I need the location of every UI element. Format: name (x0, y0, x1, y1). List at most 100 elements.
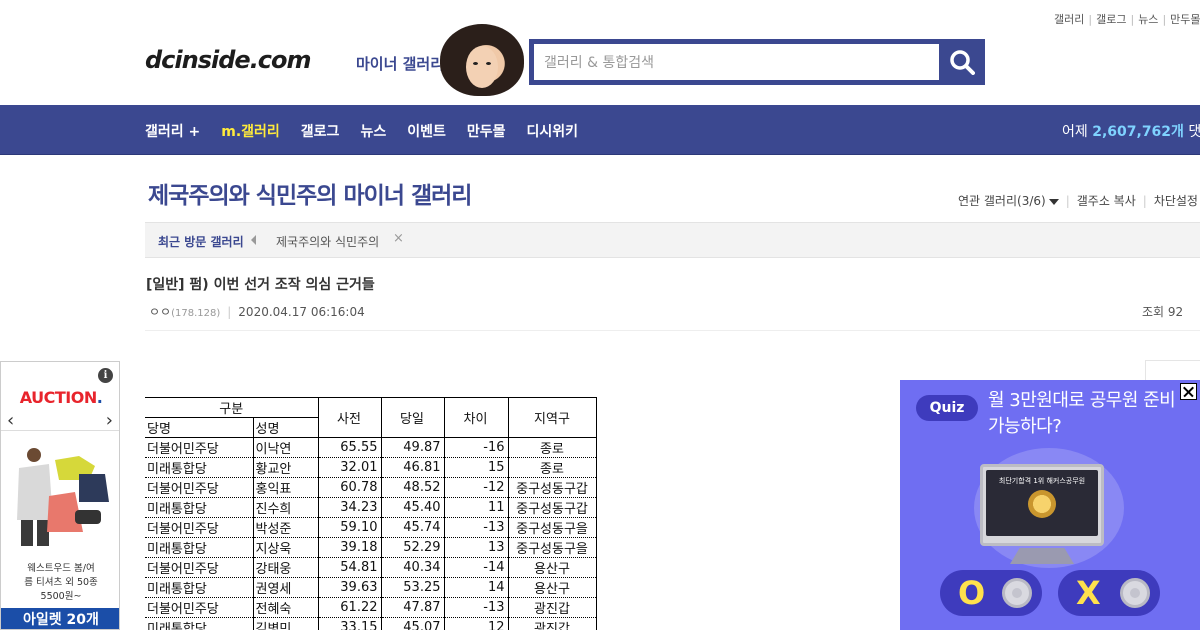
cell-day: 53.25 (381, 577, 445, 598)
top-link-gallog[interactable]: 갤로그 (1096, 13, 1126, 26)
cell-pre: 65.55 (318, 437, 382, 458)
cell-diff: -13 (444, 597, 509, 618)
logo-subtitle[interactable]: 마이너 갤러리 (356, 53, 444, 74)
cell-party: 미래통합당 (145, 537, 254, 558)
post-meta: ㅇㅇ(178.128) | 2020.04.17 06:16:04 (149, 305, 365, 319)
collapse-arrow-icon[interactable] (251, 235, 256, 245)
site-logo[interactable]: dcinside.com (145, 46, 312, 74)
monitor-illustration: 최단기합격 1위 해커스공무원 (980, 464, 1104, 546)
screen-text: 최단기합격 1위 해커스공무원 (998, 477, 1086, 485)
quiz-option-o[interactable]: O (940, 570, 1042, 616)
nav-minor-gallery[interactable]: m.갤러리 (221, 121, 280, 141)
divider (145, 330, 1200, 331)
cell-pre: 59.10 (318, 517, 382, 538)
search-input[interactable]: 갤러리 & 통합검색 (534, 44, 939, 80)
cell-pre: 33.15 (318, 617, 382, 630)
cell-diff: -14 (444, 557, 509, 578)
block-settings-button[interactable]: 차단설정 (1154, 194, 1198, 208)
cell-pre: 39.63 (318, 577, 382, 598)
top-link-mall[interactable]: 만두몰 (1170, 13, 1200, 26)
election-data-table: 구분 사전 당일 차이 지역구 당명 성명 더불어민주당 이낙연 65.55 49.8… (145, 397, 597, 630)
recent-visits-label[interactable]: 최근 방문 갤러리 (158, 233, 244, 250)
remove-recent-icon[interactable]: × (393, 231, 404, 246)
ad-cta-button[interactable]: 아일렛 20개 (1, 608, 119, 629)
cell-party: 미래통합당 (145, 457, 254, 478)
cell-name: 박성준 (253, 517, 319, 538)
table-row: 더불어민주당 강태웅 54.81 40.34 -14 용산구 (145, 557, 597, 578)
cell-region: 중구성동구갑 (508, 497, 597, 518)
top-link-news[interactable]: 뉴스 (1138, 13, 1158, 26)
cell-name: 황교안 (253, 457, 319, 478)
chevron-right-icon[interactable]: › (106, 410, 113, 431)
cell-region: 광진갑 (508, 617, 597, 630)
table-row: 더불어민주당 전혜숙 61.22 47.87 -13 광진갑 (145, 597, 597, 618)
cell-region: 중구성동구을 (508, 517, 597, 538)
related-gallery-dropdown[interactable]: 연관 갤러리(3/6) (958, 194, 1059, 208)
table-row: 더불어민주당 홍익표 60.78 48.52 -12 중구성동구갑 (145, 477, 597, 498)
cell-party: 더불어민주당 (145, 597, 254, 618)
gallery-title[interactable]: 제국주의와 식민주의 마이너 갤러리 (148, 176, 472, 210)
cell-name: 전혜숙 (253, 597, 319, 618)
cell-diff: -16 (444, 437, 509, 458)
cell-pre: 61.22 (318, 597, 382, 618)
cell-region: 광진갑 (508, 597, 597, 618)
header-party: 당명 (145, 417, 254, 438)
cell-day: 48.52 (381, 477, 445, 498)
search-button[interactable] (939, 39, 985, 85)
search-icon (950, 50, 975, 75)
nav-news[interactable]: 뉴스 (360, 121, 386, 141)
nav-mall[interactable]: 만두몰 (467, 121, 506, 141)
product-image (17, 448, 109, 546)
recent-gallery-link[interactable]: 제국주의와 식민주의 (276, 233, 379, 250)
quiz-option-x[interactable]: X (1058, 570, 1160, 616)
gallery-tools: 연관 갤러리(3/6) | 갤주소 복사 | 차단설정 (958, 194, 1198, 208)
nav-gallog[interactable]: 갤로그 (301, 121, 340, 141)
cell-region: 용산구 (508, 577, 597, 598)
post-views: 조회 92 (1142, 305, 1184, 319)
quiz-ad[interactable]: Quiz 월 3만원대로 공무원 준비 가능하다? 최단기합격 1위 해커스공무… (900, 380, 1200, 630)
post-author[interactable]: ㅇㅇ (149, 305, 171, 319)
nav-gallery[interactable]: 갤러리 + (145, 121, 200, 141)
chevron-left-icon[interactable]: ‹ (7, 410, 14, 431)
cell-pre: 54.81 (318, 557, 382, 578)
header-region: 지역구 (508, 397, 597, 438)
main-nav: 갤러리 + m.갤러리 갤로그 뉴스 이벤트 만두몰 디시위키 어제 2,607… (0, 105, 1200, 155)
cell-diff: 13 (444, 537, 509, 558)
cell-party: 더불어민주당 (145, 477, 254, 498)
cell-diff: 15 (444, 457, 509, 478)
cell-name: 홍익표 (253, 477, 319, 498)
table-row: 더불어민주당 박성준 59.10 45.74 -13 중구성동구을 (145, 517, 597, 538)
ad-info-icon[interactable]: i (98, 368, 113, 383)
cell-party: 더불어민주당 (145, 517, 254, 538)
close-icon[interactable] (1180, 383, 1197, 400)
cell-party: 미래통합당 (145, 617, 254, 630)
left-banner-ad[interactable]: i AUCTION. ‹ › 웨스트우드 봄/여 름 티셔츠 외 50종 550… (0, 361, 120, 630)
header-pre: 사전 (318, 397, 382, 438)
cell-pre: 34.23 (318, 497, 382, 518)
nav-wiki[interactable]: 디시위키 (526, 121, 578, 141)
header-group: 구분 (145, 397, 319, 418)
author-ip: (178.128) (171, 308, 221, 319)
cell-region: 중구성동구을 (508, 537, 597, 558)
cell-day: 45.40 (381, 497, 445, 518)
cell-party: 미래통합당 (145, 577, 254, 598)
post-datetime: 2020.04.17 06:16:04 (238, 305, 365, 319)
cell-name: 이낙연 (253, 437, 319, 458)
nav-event[interactable]: 이벤트 (407, 121, 446, 141)
copy-address-button[interactable]: 갤주소 복사 (1077, 194, 1136, 208)
nav-stats: 어제 2,607,762개 댓글 (1062, 124, 1200, 140)
cell-pre: 39.18 (318, 537, 382, 558)
ad-brand-logo: AUCTION. (19, 388, 103, 407)
quiz-question: 월 3만원대로 공무원 준비 가능하다? (988, 390, 1176, 437)
top-link-gallery[interactable]: 갤러리 (1054, 13, 1084, 26)
quiz-badge: Quiz (916, 395, 978, 421)
table-row: 미래통합당 진수희 34.23 45.40 11 중구성동구갑 (145, 497, 597, 518)
post-title: [일반] 펌) 이번 선거 조작 의심 근거들 (146, 277, 375, 293)
table-row: 미래통합당 김병민 33.15 45.07 12 광진갑 (145, 617, 597, 630)
table-row: 미래통합당 지상욱 39.18 52.29 13 중구성동구을 (145, 537, 597, 558)
cell-region: 종로 (508, 437, 597, 458)
cell-name: 강태웅 (253, 557, 319, 578)
cell-day: 45.74 (381, 517, 445, 538)
header-diff: 차이 (444, 397, 509, 438)
cell-region: 종로 (508, 457, 597, 478)
